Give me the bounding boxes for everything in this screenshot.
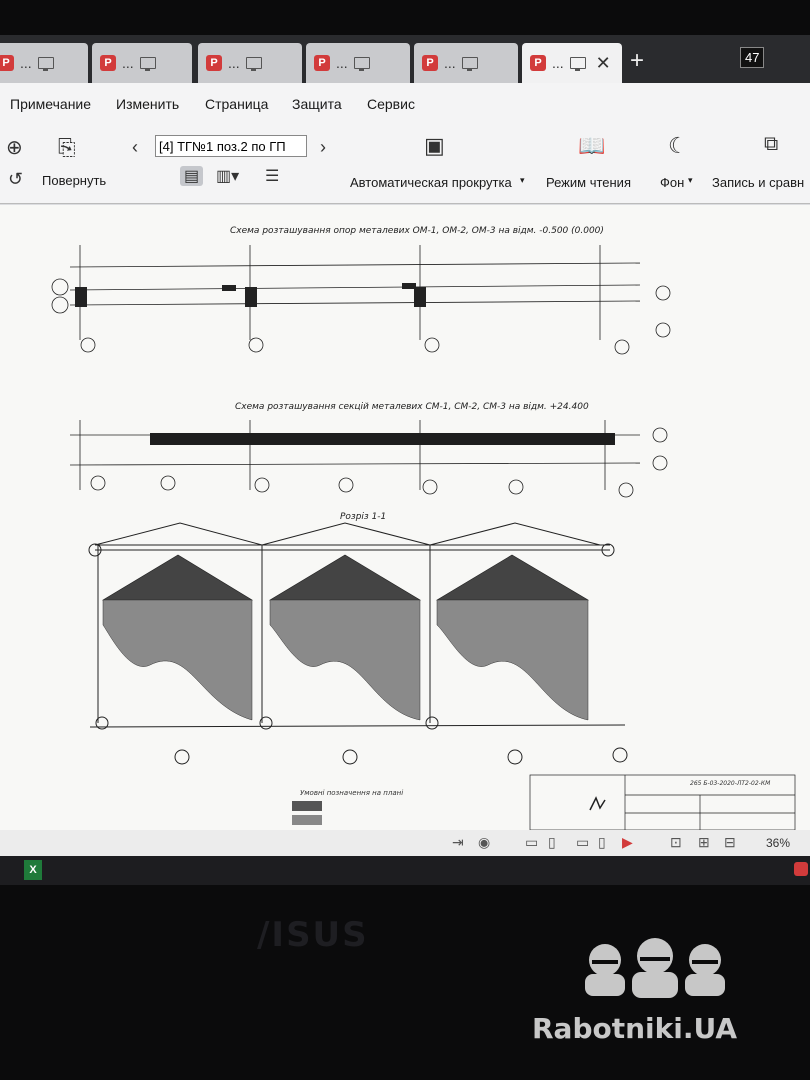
legend-swatch (292, 815, 322, 825)
rotate-small-icon[interactable]: ↺ (8, 169, 23, 190)
actual-size-icon[interactable]: ⊡ (670, 834, 682, 851)
monitor-icon (139, 57, 156, 71)
rotate-icon[interactable]: ⎘ (58, 135, 76, 161)
menu-bar: Примечание Изменить Страница Защита Серв… (0, 83, 810, 123)
fit-width-icon[interactable]: ⊞ (698, 834, 710, 851)
continuous-view-icon[interactable]: ☰ (265, 166, 279, 186)
watermark-workers-icon (585, 938, 725, 998)
monitor-icon (245, 57, 262, 71)
new-tab-button[interactable]: + (630, 47, 644, 75)
single-page-view-icon[interactable]: ▤ (180, 166, 204, 186)
pdf-icon: P (530, 55, 546, 71)
two-page-view-icon[interactable]: ▥▾ (216, 166, 239, 186)
monitor-icon[interactable] (569, 57, 586, 71)
section-title: Розріз 1-1 (340, 512, 386, 522)
tab-label: ... (336, 55, 348, 71)
close-tab-icon[interactable]: ✕ (596, 53, 611, 74)
chevron-down-icon[interactable]: ▾ (520, 175, 525, 186)
zoom-level[interactable]: 36% (766, 836, 790, 850)
tab-label: ... (20, 55, 32, 71)
tab-label: ... (552, 55, 564, 71)
scroll-icon[interactable]: ▯ (598, 834, 606, 851)
menu-edit[interactable]: Изменить (116, 96, 179, 112)
fit-icon[interactable]: ⊟ (724, 834, 736, 851)
auto-scroll-button[interactable]: Автоматическая прокрутка (350, 175, 512, 190)
monitor-icon (37, 57, 54, 71)
page-view-icon[interactable]: ▯ (548, 834, 556, 851)
record-compare-button[interactable]: Запись и сравн (712, 175, 804, 190)
tab-count-badge[interactable]: 47 (740, 47, 765, 68)
menu-protect[interactable]: Защита (292, 96, 342, 112)
drawing-title-sections: Схема розташування секцій металевих СМ-1… (235, 402, 589, 412)
document-tab[interactable]: P ... (0, 43, 88, 83)
zoom-in-icon[interactable]: ⊕ (6, 135, 23, 160)
document-page[interactable]: Схема розташування опор металевих ОМ-1, … (0, 205, 810, 830)
menu-comment[interactable]: Примечание (10, 96, 91, 112)
document-tab[interactable]: P ... (306, 43, 410, 83)
watermark-text: Rabotniki.UA (532, 1012, 738, 1045)
document-tab-active[interactable]: P ... ✕ (522, 43, 622, 83)
pdf-icon: P (422, 55, 438, 71)
pdf-icon: P (0, 55, 14, 71)
document-tab[interactable]: P ... (414, 43, 518, 83)
excel-icon[interactable]: X (24, 860, 42, 880)
two-page-icon[interactable]: ▭ (576, 834, 589, 851)
engineering-drawing: Схема розташування опор металевих ОМ-1, … (51, 226, 796, 830)
background-button[interactable]: Фон (660, 175, 684, 190)
status-bar: ⇥ ◉ ▭ ▯ ▭ ▯ ▶ ⊡ ⊞ ⊟ 36% (0, 830, 810, 856)
monitor-icon (461, 57, 478, 71)
page-number-field[interactable]: [4] ТГ№1 поз.2 по ГП (155, 135, 307, 157)
moon-icon[interactable]: ☾ (668, 133, 688, 159)
legend-swatch (292, 801, 322, 811)
reading-mode-button[interactable]: Режим чтения (546, 175, 631, 190)
tab-label: ... (444, 55, 456, 71)
play-icon[interactable]: ▶ (622, 834, 633, 851)
taskbar: X (0, 856, 810, 885)
tab-label: ... (122, 55, 134, 71)
document-tab[interactable]: P ... (92, 43, 192, 83)
rotate-button[interactable]: Повернуть (42, 173, 106, 188)
signature-mark (589, 796, 606, 811)
pdf-icon: P (100, 55, 116, 71)
book-icon[interactable]: 📖 (578, 133, 605, 159)
chevron-down-icon[interactable]: ▾ (688, 175, 693, 186)
pdf-viewer-window: P ... P ... P ... P ... P ... P ... ✕ + … (0, 35, 810, 885)
notification-icon[interactable] (794, 862, 808, 876)
tab-strip: P ... P ... P ... P ... P ... P ... ✕ + … (0, 35, 810, 83)
pdf-icon: P (314, 55, 330, 71)
menu-tools[interactable]: Сервис (367, 96, 415, 112)
fit-page-icon[interactable]: ⇥ (452, 834, 464, 851)
document-tab[interactable]: P ... (198, 43, 302, 83)
toolbar: ⊕ ↺ ⎘ Повернуть ‹ [4] ТГ№1 поз.2 по ГП ›… (0, 123, 810, 204)
prev-page-icon[interactable]: ‹ (132, 137, 138, 158)
legend-title: Умовні позначення на плані (300, 789, 403, 797)
next-page-icon[interactable]: › (320, 137, 326, 158)
eye-icon[interactable]: ◉ (478, 834, 490, 851)
single-page-icon[interactable]: ▭ (525, 834, 538, 851)
pdf-icon: P (206, 55, 222, 71)
compare-icon[interactable]: ⧉ (764, 133, 778, 156)
menu-page[interactable]: Страница (205, 96, 268, 112)
auto-scroll-icon[interactable]: ▣ (424, 133, 445, 159)
stamp-code: 265 Б-03-2020-ЛТ2-02-КМ (690, 780, 771, 787)
monitor-brand-logo: /ISUS (257, 915, 369, 955)
tab-label: ... (228, 55, 240, 71)
drawing-title-supports: Схема розташування опор металевих ОМ-1, … (230, 226, 604, 236)
monitor-icon (353, 57, 370, 71)
